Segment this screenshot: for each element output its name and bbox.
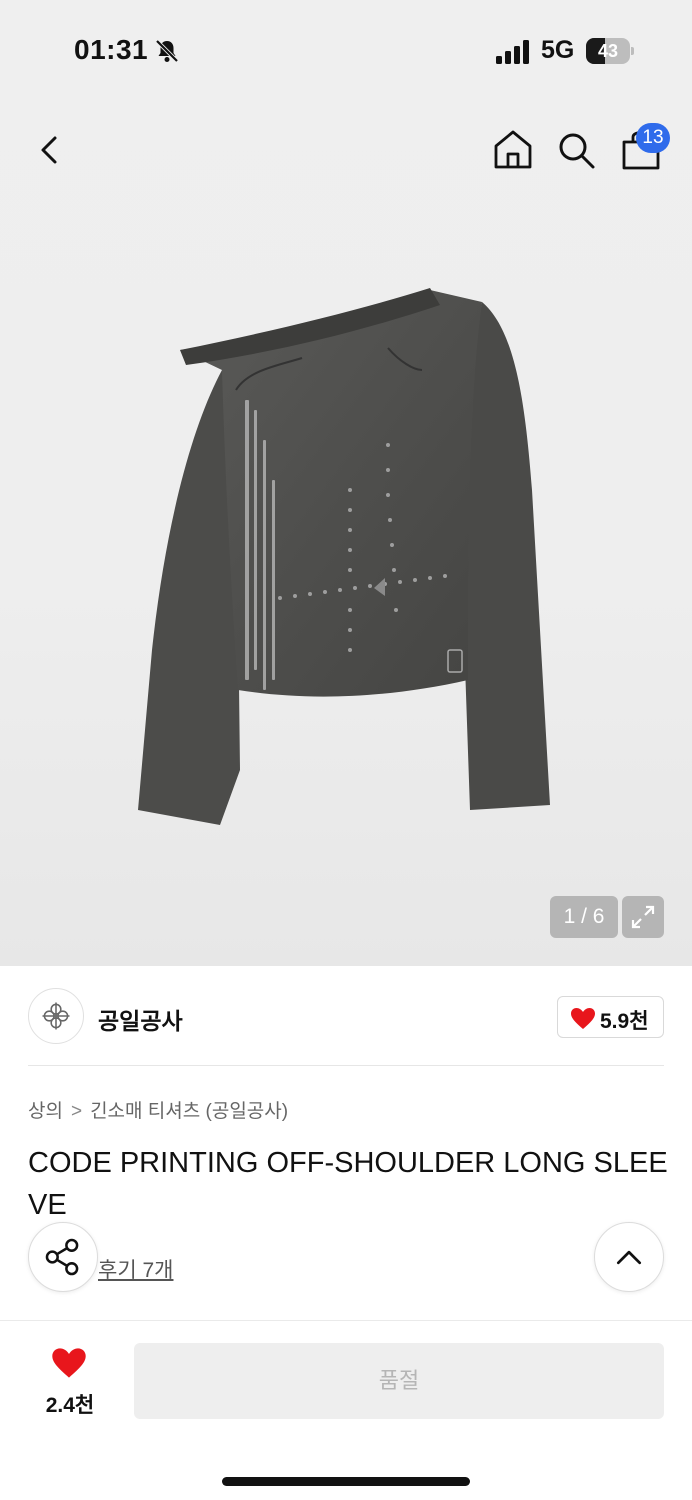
status-time: 01:31 (74, 34, 149, 65)
status-bar: 01:31 5G 43 (0, 0, 692, 100)
product-title: CODE PRINTING OFF-SHOULDER LONG SLEEVE (28, 1147, 668, 1221)
soldout-button[interactable]: 품절 (134, 1343, 664, 1419)
brand-row: 공일공사 5.9천 (28, 986, 664, 1066)
wishlist-button[interactable]: 2.4천 (28, 1345, 112, 1419)
back-chevron-icon[interactable] (28, 128, 72, 172)
cart-count-badge: 13 (636, 123, 670, 153)
brand-like-button[interactable]: 5.9천 (557, 996, 664, 1038)
breadcrumb-subcategory[interactable]: 긴소매 티셔츠 (공일공사) (90, 1096, 288, 1123)
breadcrumb-category[interactable]: 상의 (28, 1096, 63, 1123)
battery-level: 43 (597, 41, 619, 61)
battery-icon: 43 (586, 38, 630, 64)
brand-name[interactable]: 공일공사 (98, 1002, 183, 1036)
network-label: 5G (541, 36, 575, 64)
breadcrumb: 상의 > 긴소매 티셔츠 (공일공사) (28, 1096, 288, 1123)
image-counter: 1 / 6 (550, 896, 618, 938)
share-icon[interactable] (28, 1222, 98, 1292)
product-image[interactable] (130, 270, 560, 840)
chevron-up-icon[interactable] (594, 1222, 664, 1292)
heart-icon (571, 1008, 595, 1029)
battery-tip (631, 47, 634, 55)
bottom-action-bar: 2.4천 품절 (0, 1320, 692, 1500)
home-icon[interactable] (490, 126, 536, 172)
expand-icon[interactable] (622, 896, 664, 938)
bell-slash-icon (155, 39, 179, 63)
wishlist-count: 2.4천 (45, 1394, 95, 1417)
brand-logo[interactable] (28, 988, 84, 1044)
home-indicator (222, 1477, 470, 1486)
signal-icon (496, 40, 529, 64)
brand-like-count: 5.9천 (600, 1010, 649, 1033)
review-link[interactable]: 후기 7개 (98, 1254, 173, 1284)
breadcrumb-separator: > (70, 1101, 83, 1122)
search-icon[interactable] (554, 128, 598, 172)
product-gallery[interactable]: 01:31 5G 43 13 1 / 6 (0, 0, 692, 966)
heart-icon (52, 1348, 86, 1378)
